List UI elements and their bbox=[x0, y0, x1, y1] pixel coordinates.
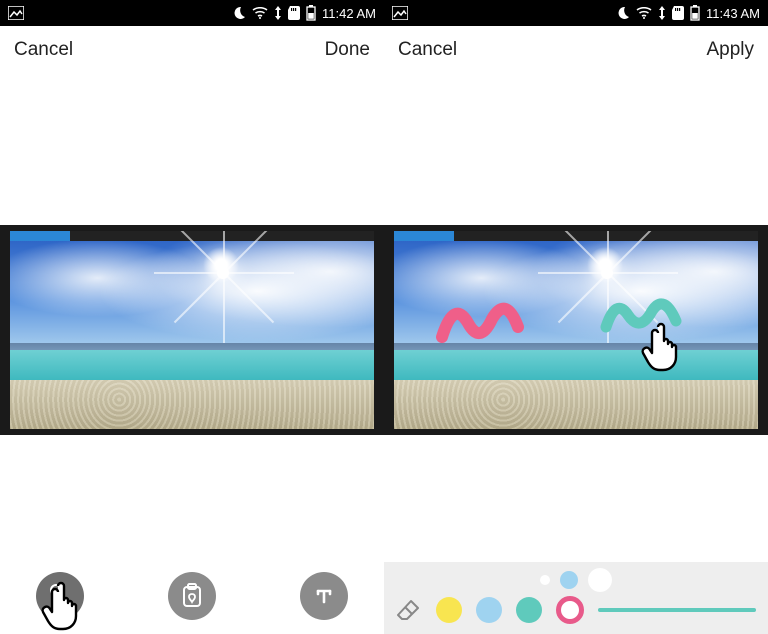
sticker-tool-button[interactable] bbox=[168, 572, 216, 620]
picture-icon bbox=[8, 6, 24, 20]
dnd-moon-icon bbox=[616, 6, 630, 20]
color-swatch-pink-selected[interactable] bbox=[556, 596, 584, 624]
eraser-button[interactable] bbox=[396, 597, 422, 623]
done-button[interactable]: Done bbox=[325, 39, 370, 61]
color-row bbox=[394, 592, 758, 628]
sticker-icon bbox=[180, 583, 204, 609]
status-time: 11:43 AM bbox=[706, 6, 760, 21]
dnd-moon-icon bbox=[232, 6, 246, 20]
brush-palette bbox=[384, 562, 768, 634]
status-time: 11:42 AM bbox=[322, 6, 376, 21]
editor-topbar: Cancel Done bbox=[0, 26, 384, 74]
status-bar: 11:42 AM bbox=[0, 0, 384, 26]
wifi-icon bbox=[636, 7, 652, 19]
status-bar: 11:43 AM bbox=[384, 0, 768, 26]
edit-canvas[interactable] bbox=[0, 225, 384, 435]
eraser-icon bbox=[397, 599, 421, 621]
brush-size-row bbox=[394, 568, 758, 592]
cancel-button[interactable]: Cancel bbox=[398, 39, 457, 61]
photo-preview bbox=[10, 241, 374, 429]
brush-size-medium[interactable] bbox=[560, 571, 578, 589]
edit-canvas[interactable] bbox=[384, 225, 768, 435]
picture-icon bbox=[392, 6, 408, 20]
screenshot-left: 11:42 AM Cancel Done bbox=[0, 0, 384, 634]
sd-card-icon bbox=[672, 6, 684, 20]
sync-icon bbox=[274, 6, 282, 20]
photo-preview bbox=[394, 241, 758, 429]
battery-icon bbox=[690, 5, 700, 21]
cursor-hand-icon bbox=[40, 580, 84, 632]
brush-size-small[interactable] bbox=[540, 575, 550, 585]
sd-card-icon bbox=[288, 6, 300, 20]
sync-icon bbox=[658, 6, 666, 20]
cursor-hand-icon bbox=[640, 321, 684, 373]
battery-icon bbox=[306, 5, 316, 21]
wifi-icon bbox=[252, 7, 268, 19]
editor-topbar: Cancel Apply bbox=[384, 26, 768, 74]
color-swatch-yellow[interactable] bbox=[436, 597, 462, 623]
text-tool-button[interactable] bbox=[300, 572, 348, 620]
color-swatch-teal[interactable] bbox=[516, 597, 542, 623]
apply-button[interactable]: Apply bbox=[706, 39, 754, 61]
cancel-button[interactable]: Cancel bbox=[14, 39, 73, 61]
color-swatch-lightblue[interactable] bbox=[476, 597, 502, 623]
screenshot-right: 11:43 AM Cancel Apply bbox=[384, 0, 768, 634]
text-icon bbox=[312, 584, 336, 608]
stroke-preview bbox=[598, 608, 756, 612]
brush-size-large[interactable] bbox=[588, 568, 612, 592]
